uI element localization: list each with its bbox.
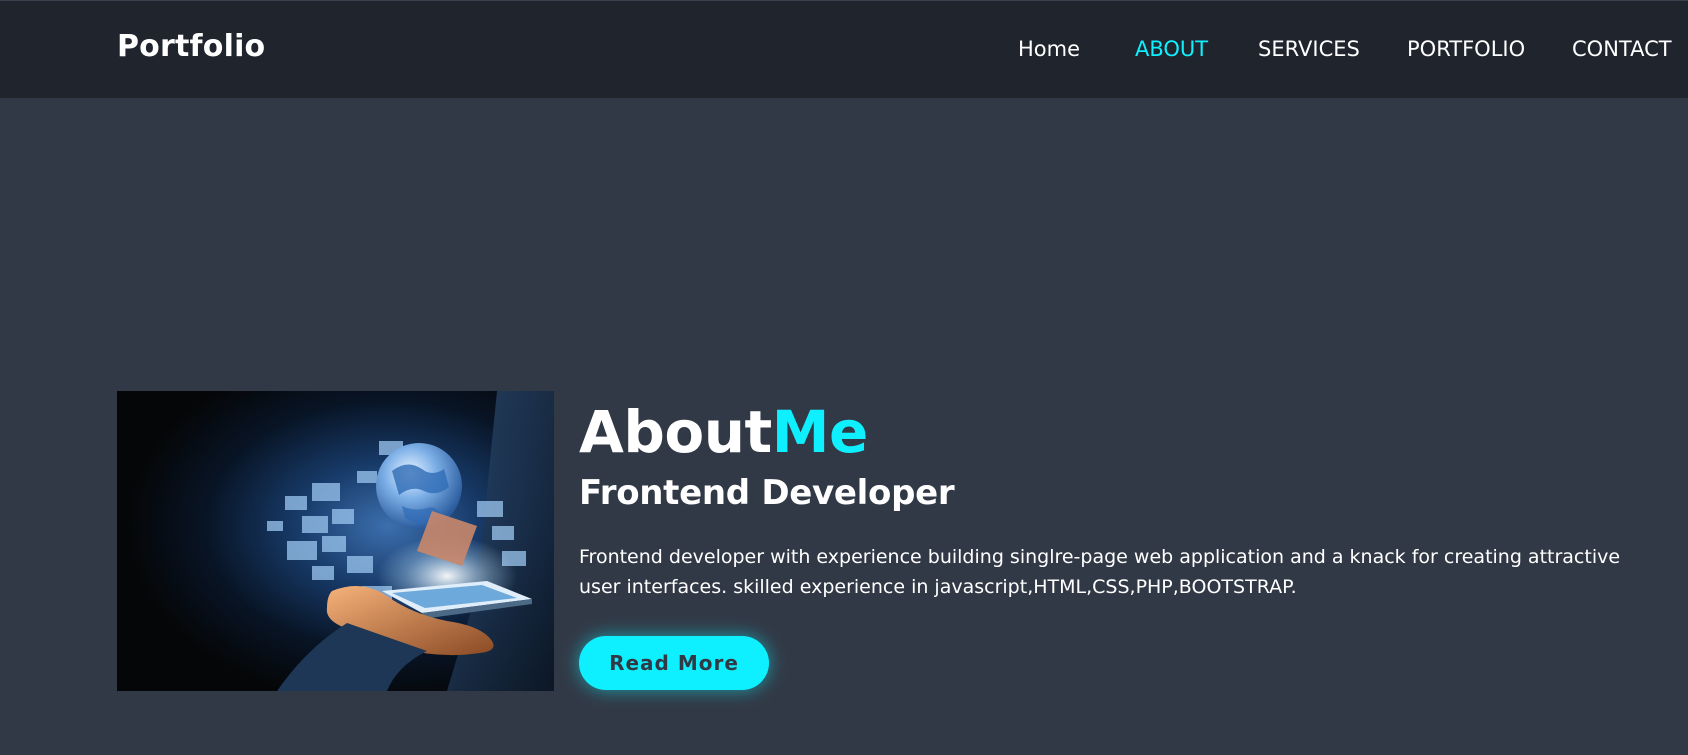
- read-more-button[interactable]: Read More: [579, 636, 769, 690]
- nav-link-home[interactable]: Home: [1018, 37, 1080, 61]
- about-heading: AboutMe: [579, 396, 1639, 468]
- main-nav: Home ABOUT SERVICES PORTFOLIO CONTACT: [0, 37, 1688, 67]
- about-image: [117, 391, 554, 691]
- nav-link-portfolio[interactable]: PORTFOLIO: [1407, 37, 1525, 61]
- about-content: AboutMe Frontend Developer Frontend deve…: [579, 396, 1639, 602]
- site-header: Portfolio Home ABOUT SERVICES PORTFOLIO …: [0, 0, 1688, 98]
- tech-hand-illustration: [117, 391, 554, 691]
- about-heading-accent: Me: [771, 398, 869, 466]
- nav-link-about[interactable]: ABOUT: [1135, 37, 1208, 61]
- nav-link-services[interactable]: SERVICES: [1258, 37, 1360, 61]
- about-subtitle: Frontend Developer: [579, 473, 955, 513]
- nav-link-contact[interactable]: CONTACT: [1572, 37, 1672, 61]
- about-heading-main: About: [579, 398, 772, 466]
- about-description: Frontend developer with experience build…: [579, 546, 1621, 598]
